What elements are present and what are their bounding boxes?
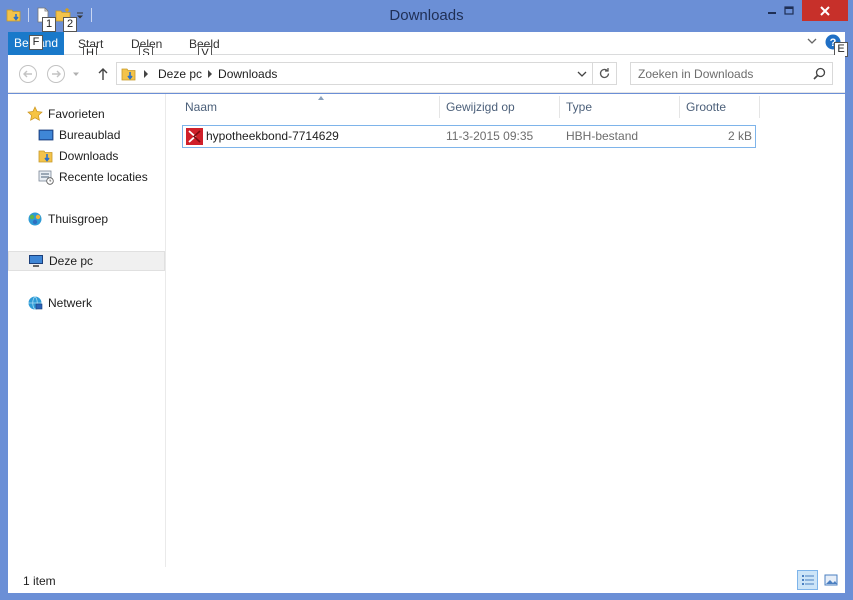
homegroup-icon <box>27 211 43 227</box>
window-title: Downloads <box>389 7 464 24</box>
recent-dropdown[interactable] <box>70 63 82 85</box>
search-box[interactable] <box>630 62 833 85</box>
navigation-bar: Deze pc Downloads <box>8 55 845 93</box>
column-name[interactable]: Naam <box>179 96 440 118</box>
keytip-file: F <box>29 35 43 50</box>
nav-desktop[interactable]: Bureaublad <box>8 125 165 145</box>
network-icon <box>27 295 43 311</box>
search-input[interactable] <box>631 63 801 84</box>
content-area: Favorieten Bureaublad Downloads Recente … <box>8 94 845 567</box>
table-row[interactable]: hypotheekbond-7714629 11-3-2015 09:35 HB… <box>182 125 756 148</box>
file-modified: 11-3-2015 09:35 <box>446 129 534 143</box>
search-icon[interactable] <box>813 67 826 83</box>
close-icon <box>820 5 830 16</box>
breadcrumb-this-pc[interactable]: Deze pc <box>158 67 202 81</box>
close-button[interactable] <box>802 0 848 21</box>
forward-icon <box>47 65 65 83</box>
refresh-button[interactable] <box>593 62 617 85</box>
breadcrumb-downloads[interactable]: Downloads <box>218 67 277 81</box>
up-button[interactable] <box>92 63 114 85</box>
refresh-icon <box>599 68 610 79</box>
column-modified[interactable]: Gewijzigd op <box>440 96 560 118</box>
star-icon <box>27 106 43 122</box>
desktop-icon <box>38 127 54 143</box>
expand-ribbon-icon[interactable] <box>806 35 818 50</box>
nav-favorites-label: Favorieten <box>48 107 105 121</box>
nav-homegroup-label: Thuisgroep <box>48 212 109 226</box>
details-view-icon <box>801 575 814 585</box>
maximize-button[interactable] <box>776 0 802 21</box>
nav-network[interactable]: Netwerk <box>8 293 165 313</box>
downloads-folder-icon <box>38 148 54 164</box>
file-type: HBH-bestand <box>566 129 639 143</box>
nav-recent-places[interactable]: Recente locaties <box>8 167 165 187</box>
navigation-pane: Favorieten Bureaublad Downloads Recente … <box>8 94 166 567</box>
sort-ascending-icon <box>318 96 324 100</box>
breadcrumb-separator-2[interactable] <box>208 69 213 78</box>
file-name: hypotheekbond-7714629 <box>206 129 339 143</box>
address-bar[interactable]: Deze pc Downloads <box>116 62 593 85</box>
status-bar: 1 item <box>8 567 845 593</box>
nav-downloads[interactable]: Downloads <box>8 146 165 166</box>
nav-this-pc-label: Deze pc <box>49 254 94 268</box>
nav-recent-places-label: Recente locaties <box>59 170 148 184</box>
nav-downloads-label: Downloads <box>59 149 119 163</box>
ribbon-tabs: Bestand Start Delen Beeld F H S V ? E <box>8 32 848 61</box>
recent-places-icon <box>38 169 54 185</box>
details-view-button[interactable] <box>797 570 818 590</box>
column-size[interactable]: Grootte <box>680 96 760 118</box>
back-icon <box>19 65 37 83</box>
computer-icon <box>28 253 44 269</box>
large-icons-view-button[interactable] <box>820 570 841 590</box>
nav-network-label: Netwerk <box>48 296 93 310</box>
nav-desktop-label: Bureaublad <box>59 128 121 142</box>
breadcrumb-separator[interactable] <box>144 69 148 78</box>
downloads-folder-icon <box>121 66 137 82</box>
item-count: 1 item <box>23 574 56 588</box>
nav-homegroup[interactable]: Thuisgroep <box>8 209 165 229</box>
column-type[interactable]: Type <box>560 96 680 118</box>
explorer-window: 1 2 Downloads Bestand Start Delen Beeld … <box>0 0 853 600</box>
column-name-label: Naam <box>185 100 218 114</box>
nav-this-pc[interactable]: Deze pc <box>8 251 165 271</box>
file-list: Naam Gewijzigd op Type Grootte hypotheek… <box>167 94 845 567</box>
large-icons-view-icon <box>824 574 837 586</box>
file-size: 2 kB <box>727 129 752 143</box>
up-icon <box>98 68 108 80</box>
address-dropdown-icon[interactable] <box>577 69 587 79</box>
title-bar: 1 2 Downloads <box>0 0 853 32</box>
maximize-icon <box>784 5 794 15</box>
hbh-file-icon <box>186 128 203 145</box>
forward-button[interactable] <box>45 63 67 85</box>
recent-dropdown-icon <box>73 72 79 76</box>
nav-favorites[interactable]: Favorieten <box>8 104 165 124</box>
back-button[interactable] <box>17 63 39 85</box>
